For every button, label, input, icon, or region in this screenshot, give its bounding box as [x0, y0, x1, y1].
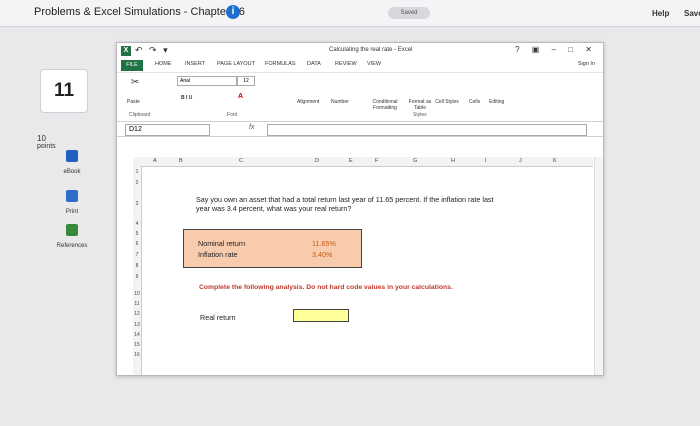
- column-headers: A B C D E F G H I J K: [133, 157, 593, 167]
- row-header[interactable]: 6: [133, 241, 141, 247]
- tab-data[interactable]: DATA: [307, 61, 321, 67]
- col-header[interactable]: F: [375, 158, 378, 164]
- cells-button[interactable]: Cells: [469, 99, 480, 105]
- row-header[interactable]: 2: [133, 180, 141, 186]
- paste-button[interactable]: Paste: [127, 99, 140, 105]
- print-icon: [66, 190, 78, 202]
- font-color-icon[interactable]: A: [238, 93, 243, 100]
- assignment-title: Problems & Excel Simulations - Chapter 0…: [34, 6, 245, 18]
- points-value: 10: [37, 134, 46, 143]
- nav-print[interactable]: Print: [50, 189, 94, 215]
- bold-italic-underline[interactable]: B I U: [181, 95, 192, 101]
- row-header[interactable]: 14: [133, 332, 141, 338]
- left-panel: 11 10 points eBook Print References: [0, 27, 108, 426]
- answer-cell[interactable]: [293, 309, 349, 322]
- document-title: Calculating the real rate - Excel: [329, 47, 413, 53]
- row-header[interactable]: 16: [133, 352, 141, 358]
- tab-home[interactable]: HOME: [155, 61, 172, 67]
- col-header[interactable]: C: [239, 158, 243, 164]
- clipboard-group-label: Clipboard: [129, 112, 151, 118]
- col-header[interactable]: A: [153, 158, 157, 164]
- nav-ebook[interactable]: eBook: [50, 149, 94, 175]
- nav-print-label: Print: [65, 209, 79, 215]
- tab-file[interactable]: FILE: [121, 60, 143, 71]
- info-icon[interactable]: i: [226, 5, 240, 19]
- saved-status: Saved: [388, 7, 430, 19]
- excel-titlebar: X ↶ ↷ ▾ Calculating the real rate - Exce…: [117, 43, 603, 59]
- quick-access-toolbar[interactable]: ↶ ↷ ▾: [135, 45, 170, 56]
- alignment-button[interactable]: Alignment: [297, 99, 319, 105]
- ribbon-tabs: FILE HOME INSERT PAGE LAYOUT FORMULAS DA…: [117, 59, 603, 72]
- row-header[interactable]: 3: [133, 201, 141, 207]
- col-header[interactable]: G: [413, 158, 417, 164]
- row-header[interactable]: 5: [133, 231, 141, 237]
- row-header[interactable]: 1: [133, 169, 141, 175]
- instruction-text: Complete the following analysis. Do not …: [199, 284, 453, 291]
- number-button[interactable]: Number: [331, 99, 349, 105]
- excel-window: X ↶ ↷ ▾ Calculating the real rate - Exce…: [116, 42, 604, 376]
- styles-group-label: Styles: [413, 112, 427, 118]
- row-header[interactable]: 15: [133, 342, 141, 348]
- format-as-table-button[interactable]: Format as Table: [405, 99, 435, 111]
- inputs-box: Nominal return 11.65% Inflation rate 3.4…: [183, 229, 362, 268]
- help-link[interactable]: Help: [652, 9, 669, 18]
- references-icon: [66, 224, 78, 236]
- col-header[interactable]: I: [485, 158, 487, 164]
- row-header[interactable]: 12: [133, 311, 141, 317]
- excel-logo-icon: X: [121, 46, 131, 56]
- input-label-inflation: Inflation rate: [198, 250, 238, 259]
- font-name-box[interactable]: Arial: [177, 76, 237, 86]
- col-header[interactable]: E: [349, 158, 353, 164]
- cut-icon[interactable]: ✂: [131, 77, 139, 88]
- ribbon: ✂ Paste Arial 12 B I U A Alignment Numbe…: [117, 72, 603, 122]
- col-header[interactable]: D: [315, 158, 319, 164]
- formula-input[interactable]: [267, 124, 587, 136]
- vertical-scrollbar[interactable]: [594, 157, 603, 375]
- row-header[interactable]: 4: [133, 221, 141, 227]
- row-header[interactable]: 8: [133, 263, 141, 269]
- row-header[interactable]: 13: [133, 322, 141, 328]
- fx-label: fx: [249, 124, 255, 131]
- editing-button[interactable]: Editing: [489, 99, 504, 105]
- col-header[interactable]: B: [179, 158, 183, 164]
- input-value-nominal[interactable]: 11.65%: [312, 239, 336, 248]
- question-number: 11: [40, 69, 88, 113]
- col-header[interactable]: J: [519, 158, 522, 164]
- output-label: Real return: [200, 313, 236, 322]
- cell-styles-button[interactable]: Cell Styles: [435, 99, 459, 105]
- save-link[interactable]: Save: [684, 9, 700, 18]
- name-box[interactable]: D12: [125, 124, 210, 136]
- font-size-box[interactable]: 12: [237, 76, 255, 86]
- question-text: Say you own an asset that had a total re…: [196, 195, 494, 213]
- tab-page-layout[interactable]: PAGE LAYOUT: [217, 61, 255, 67]
- window-controls[interactable]: ? ▣ – □ ✕: [515, 45, 597, 54]
- tab-view[interactable]: VIEW: [367, 61, 381, 67]
- conditional-formatting-button[interactable]: Conditional Formatting: [365, 99, 405, 111]
- sign-in-link[interactable]: Sign In: [578, 61, 595, 67]
- col-header[interactable]: H: [451, 158, 455, 164]
- nav-ebook-label: eBook: [63, 169, 81, 175]
- row-header[interactable]: 9: [133, 274, 141, 280]
- ebook-icon: [66, 150, 78, 162]
- nav-references[interactable]: References: [50, 223, 94, 249]
- formula-bar: D12 fx: [117, 122, 603, 137]
- row-header[interactable]: 10: [133, 291, 141, 297]
- tab-review[interactable]: REVIEW: [335, 61, 357, 67]
- font-group-label: Font: [227, 112, 238, 118]
- tab-insert[interactable]: INSERT: [185, 61, 205, 67]
- row-header[interactable]: 7: [133, 252, 141, 258]
- input-value-inflation[interactable]: 3.40%: [312, 250, 332, 259]
- tab-formulas[interactable]: FORMULAS: [265, 61, 296, 67]
- col-header[interactable]: K: [553, 158, 557, 164]
- top-bar: Problems & Excel Simulations - Chapter 0…: [0, 0, 700, 27]
- input-label-nominal: Nominal return: [198, 239, 246, 248]
- nav-references-label: References: [56, 243, 88, 249]
- row-header[interactable]: 11: [133, 301, 141, 307]
